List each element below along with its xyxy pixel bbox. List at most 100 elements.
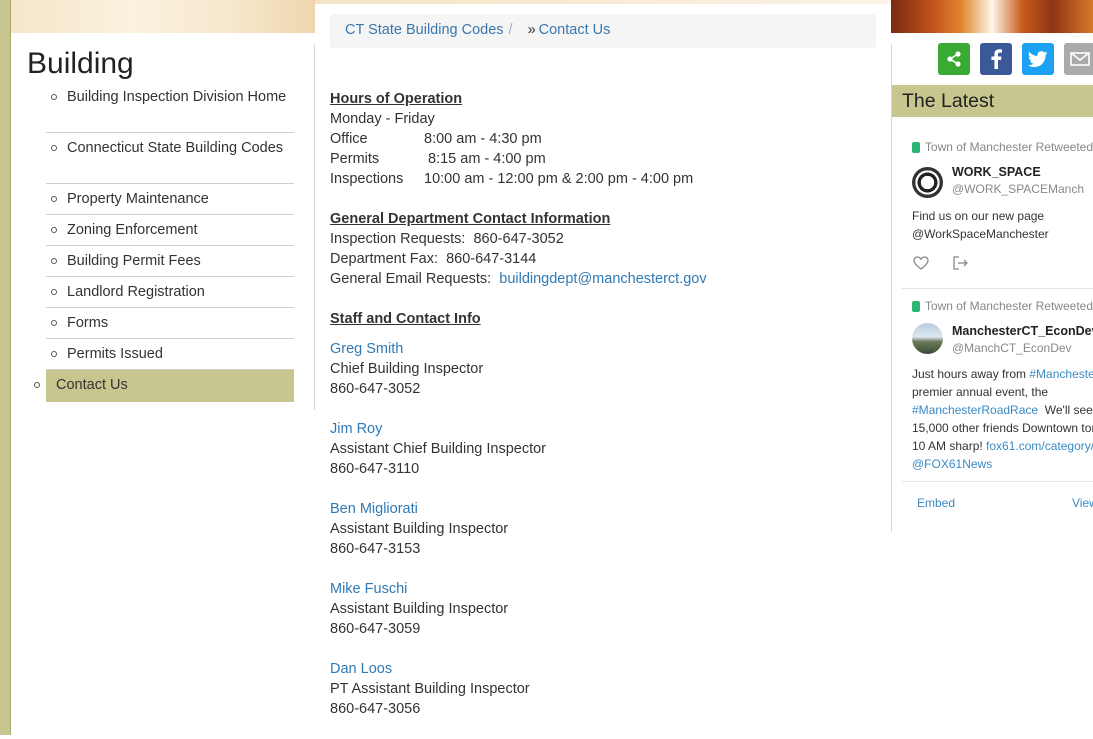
breadcrumb-link-building-codes[interactable]: CT State Building Codes bbox=[345, 22, 504, 38]
tweet-text-fragment: 10 AM sharp! bbox=[912, 439, 987, 453]
general-heading: General Department Contact Information bbox=[330, 211, 611, 227]
staff-phone: 860-647-3059 bbox=[330, 621, 421, 637]
bullet-icon bbox=[51, 320, 57, 326]
hours-label: Permits bbox=[330, 151, 380, 167]
bullet-icon bbox=[51, 289, 57, 295]
subnav-item-contact-us[interactable]: Contact Us bbox=[34, 370, 294, 402]
general-contact-section: General Department Contact Information I… bbox=[330, 209, 870, 289]
hours-value: 8:00 am - 4:30 pm bbox=[424, 131, 542, 147]
header-image-left bbox=[11, 0, 315, 33]
subnav-item-label: Permits Issued bbox=[67, 346, 163, 362]
staff-name-link[interactable]: Mike Fuschi bbox=[330, 581, 407, 597]
department-fax-value: 860-647-3144 bbox=[446, 251, 537, 267]
bullet-icon bbox=[51, 258, 57, 264]
retweet-indicator: Town of Manchester Retweeted bbox=[912, 299, 1093, 313]
share-icon bbox=[947, 51, 961, 67]
inspection-requests-row: Inspection Requests: 860-647-3052 bbox=[330, 229, 870, 249]
staff-phone: 860-647-3056 bbox=[330, 701, 421, 717]
hours-value: 8:15 am - 4:00 pm bbox=[428, 151, 546, 167]
staff-card: Jim Roy Assistant Chief Building Inspect… bbox=[330, 419, 870, 479]
tweet-card[interactable]: Town of Manchester Retweeted bbox=[902, 299, 1093, 313]
tweet-text-line: Find us on our new page bbox=[912, 209, 1045, 223]
staff-title: Chief Building Inspector bbox=[330, 361, 484, 377]
staff-heading: Staff and Contact Info bbox=[330, 311, 481, 327]
general-email-label: General Email Requests: bbox=[330, 271, 492, 287]
staff-title: Assistant Building Inspector bbox=[330, 601, 509, 617]
breadcrumb-current[interactable]: Contact Us bbox=[539, 22, 611, 38]
tweet-author-handle[interactable]: @ManchCT_EconDev bbox=[952, 341, 1093, 355]
facebook-share-button[interactable] bbox=[980, 43, 1012, 75]
tweet-author-name[interactable]: WORK_SPACE bbox=[952, 165, 1093, 179]
section-title: Building bbox=[27, 47, 134, 80]
hashtag-link[interactable]: #Manchester bbox=[1029, 367, 1093, 381]
subnav-item-label: Contact Us bbox=[56, 377, 128, 393]
right-column-divider bbox=[891, 44, 892, 532]
share-out-icon[interactable] bbox=[953, 256, 969, 270]
subnav-item-state-building-codes[interactable]: Connecticut State Building Codes bbox=[46, 133, 294, 184]
subnav-item-forms[interactable]: Forms bbox=[46, 308, 294, 339]
staff-card: Dan Loos PT Assistant Building Inspector… bbox=[330, 659, 870, 719]
hours-heading: Hours of Operation bbox=[330, 91, 463, 107]
staff-name-link[interactable]: Dan Loos bbox=[330, 661, 392, 677]
hours-row: Permits 8:15 am - 4:00 pm bbox=[330, 149, 870, 169]
header-image-right bbox=[891, 0, 1093, 33]
hours-label: Office bbox=[330, 131, 368, 147]
staff-name-link[interactable]: Greg Smith bbox=[330, 341, 403, 357]
email-icon bbox=[1070, 52, 1090, 66]
staff-card: Greg Smith Chief Building Inspector 860-… bbox=[330, 339, 870, 399]
view-on-twitter-link[interactable]: View bbox=[1072, 496, 1093, 510]
staff-card: Mike Fuschi Assistant Building Inspector… bbox=[330, 579, 870, 639]
hashtag-link[interactable]: #ManchesterRoadRace bbox=[912, 403, 1038, 417]
subnav-item-property-maintenance[interactable]: Property Maintenance bbox=[46, 184, 294, 215]
hours-section: Hours of Operation Monday - Friday Offic… bbox=[330, 89, 870, 189]
subnav-item-landlord-registration[interactable]: Landlord Registration bbox=[46, 277, 294, 308]
tweet-author: WORK_SPACE @WORK_SPACEManch bbox=[952, 165, 1093, 196]
left-border-stripe bbox=[0, 0, 11, 735]
subnav-item-zoning-enforcement[interactable]: Zoning Enforcement bbox=[46, 215, 294, 246]
tweet-text-fragment: Just hours away from bbox=[912, 367, 1030, 381]
hours-label: Inspections bbox=[330, 171, 404, 187]
embed-link[interactable]: Embed bbox=[917, 496, 955, 510]
breadcrumb-separator: / bbox=[508, 22, 513, 38]
subnav-item-building-permit-fees[interactable]: Building Permit Fees bbox=[46, 246, 294, 277]
tweet-card[interactable]: Town of Manchester Retweeted bbox=[902, 140, 1093, 154]
bullet-icon bbox=[51, 227, 57, 233]
retweet-indicator: Town of Manchester Retweeted bbox=[912, 140, 1093, 154]
mention-link[interactable]: @FOX61News bbox=[912, 457, 992, 471]
staff-name-link[interactable]: Ben Migliorati bbox=[330, 501, 418, 517]
tweet-actions bbox=[913, 256, 1093, 275]
tweet-text-line: @FOX61News bbox=[912, 455, 1093, 473]
staff-phone: 860-647-3110 bbox=[330, 461, 420, 477]
hours-days: Monday - Friday bbox=[330, 111, 435, 127]
general-email-link[interactable]: buildingdept@manchesterct.gov bbox=[499, 271, 706, 287]
staff-title: Assistant Chief Building Inspector bbox=[330, 441, 546, 457]
subnav-item-permits-issued[interactable]: Permits Issued bbox=[46, 339, 294, 370]
subnav-item-label: Landlord Registration bbox=[67, 284, 205, 300]
subnav-item-building-inspection-home[interactable]: Building Inspection Division Home bbox=[46, 82, 294, 133]
the-latest-heading: The Latest bbox=[892, 85, 1093, 117]
subnav-item-label: Building Permit Fees bbox=[67, 253, 201, 269]
tweet-author-handle[interactable]: @WORK_SPACEManch bbox=[952, 182, 1093, 196]
general-email-row: General Email Requests: buildingdept@man… bbox=[330, 269, 870, 289]
bullet-icon bbox=[51, 94, 57, 100]
email-share-button[interactable] bbox=[1064, 43, 1093, 75]
subnav-item-label: Zoning Enforcement bbox=[67, 222, 198, 238]
bullet-icon bbox=[51, 196, 57, 202]
tweet-text-line: #ManchesterRoadRace We'll see bbox=[912, 401, 1093, 419]
avatar[interactable] bbox=[912, 323, 943, 354]
bullet-icon bbox=[34, 382, 40, 388]
staff-phone: 860-647-3052 bbox=[330, 381, 421, 397]
department-fax-label: Department Fax: bbox=[330, 251, 438, 267]
tweet-author-name[interactable]: ManchesterCT_EconDev bbox=[952, 324, 1093, 338]
tweet-text: Find us on our new page @WorkSpaceManche… bbox=[912, 207, 1093, 243]
hours-row: Inspections 10:00 am - 12:00 pm & 2:00 pm… bbox=[330, 169, 870, 189]
avatar[interactable] bbox=[912, 167, 943, 198]
bullet-icon bbox=[51, 351, 57, 357]
twitter-icon bbox=[1028, 50, 1048, 67]
share-button[interactable] bbox=[938, 43, 970, 75]
like-icon[interactable] bbox=[913, 256, 929, 270]
url-link[interactable]: fox61.com/category/ bbox=[986, 439, 1093, 453]
staff-title: PT Assistant Building Inspector bbox=[330, 681, 530, 697]
staff-name-link[interactable]: Jim Roy bbox=[330, 421, 382, 437]
twitter-share-button[interactable] bbox=[1022, 43, 1054, 75]
